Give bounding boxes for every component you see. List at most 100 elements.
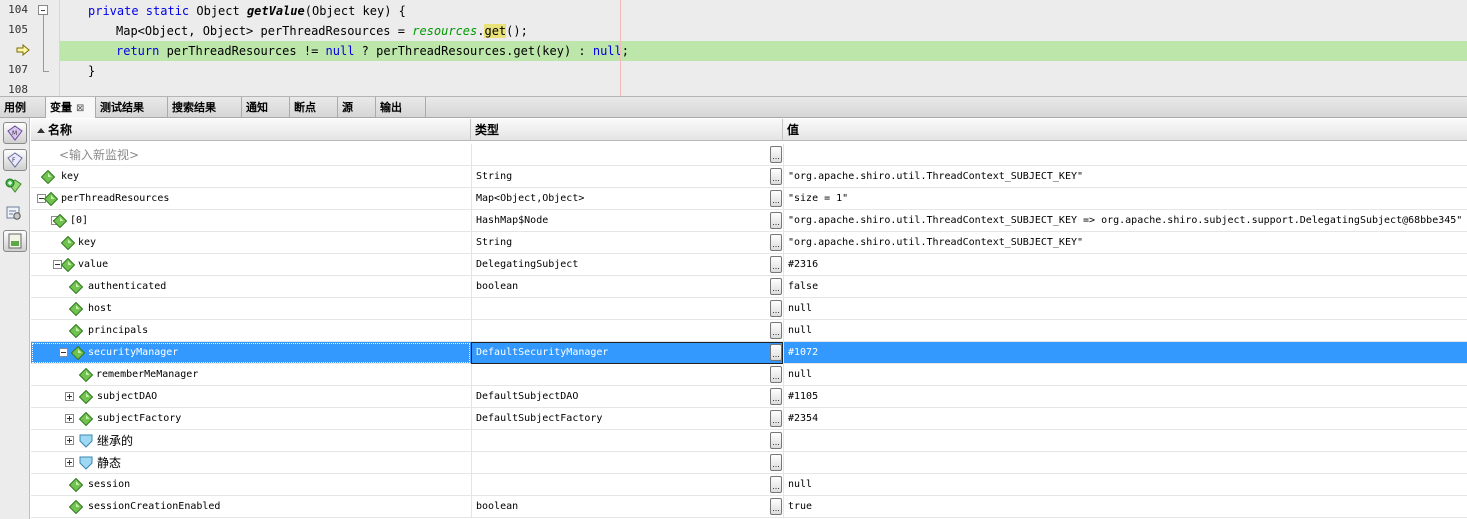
customize-value-button[interactable]: ... <box>770 190 782 207</box>
variable-value[interactable]: null <box>783 320 1467 342</box>
fold-collapse-icon[interactable] <box>38 5 48 15</box>
variable-value[interactable] <box>783 430 1467 452</box>
variable-value[interactable]: false <box>783 276 1467 298</box>
variable-name-cell[interactable]: 继承的 <box>31 430 471 452</box>
tab-search-results[interactable]: 搜索结果 <box>168 97 242 118</box>
expand-icon[interactable] <box>65 414 74 423</box>
code-line-105: Map<Object, Object> perThreadResources =… <box>60 21 1467 41</box>
new-watch-row[interactable]: <输入新监视>... <box>31 144 1467 166</box>
variable-value[interactable]: null <box>783 474 1467 496</box>
expand-icon[interactable] <box>65 436 74 445</box>
options-button[interactable] <box>3 203 27 225</box>
customize-value-button[interactable]: ... <box>770 256 782 273</box>
variable-value[interactable]: null <box>783 298 1467 320</box>
variable-name-cell[interactable]: principals <box>31 320 471 342</box>
customize-value-button[interactable]: ... <box>770 432 782 449</box>
variable-name-cell[interactable]: securityManager <box>31 342 471 364</box>
variable-row[interactable]: subjectFactory DefaultSubjectFactory... #2… <box>31 408 1467 430</box>
variable-name-cell[interactable]: session <box>31 474 471 496</box>
column-header-type[interactable]: 类型 <box>471 119 783 141</box>
customize-value-button[interactable]: ... <box>770 212 782 229</box>
code-editor[interactable]: 104 105 107 108 private static Object ge… <box>0 0 1467 96</box>
column-header-name[interactable]: 名称 <box>31 119 471 141</box>
variable-value[interactable]: #2354 <box>783 408 1467 430</box>
watch-button[interactable]: M <box>3 122 27 144</box>
code-field: resources <box>412 24 478 38</box>
variable-value[interactable]: #1072 <box>783 342 1467 364</box>
variable-name-cell[interactable]: perThreadResources <box>31 188 471 210</box>
customize-value-button[interactable]: ... <box>770 234 782 251</box>
customize-value-button[interactable]: ... <box>770 168 782 185</box>
variable-row[interactable]: rememberMeManager... null <box>31 364 1467 386</box>
tab-sources[interactable]: 源 <box>338 97 376 118</box>
new-watch-button[interactable] <box>3 176 27 198</box>
tab-test-results[interactable]: 测试结果 <box>96 97 168 118</box>
customize-value-button[interactable]: ... <box>770 410 782 427</box>
variable-row[interactable]: perThreadResources Map<Object,Object>... "… <box>31 188 1467 210</box>
variable-value[interactable] <box>783 452 1467 474</box>
variable-name-cell[interactable]: key <box>31 166 471 188</box>
variable-row[interactable]: subjectDAO DefaultSubjectDAO... #1105 <box>31 386 1467 408</box>
customize-value-button[interactable]: ... <box>770 454 782 471</box>
customize-value-button[interactable]: ... <box>770 278 782 295</box>
variable-name: perThreadResources <box>61 193 170 204</box>
tab-breakpoints[interactable]: 断点 <box>290 97 338 118</box>
variable-row[interactable]: host... null <box>31 298 1467 320</box>
customize-value-button[interactable]: ... <box>770 366 782 383</box>
variable-value[interactable]: #2316 <box>783 254 1467 276</box>
variable-name-cell[interactable]: authenticated <box>31 276 471 298</box>
variable-name-cell[interactable]: value <box>31 254 471 276</box>
expand-icon[interactable] <box>65 392 74 401</box>
variable-value[interactable]: "org.apache.shiro.util.ThreadContext_SUB… <box>783 210 1467 232</box>
variable-row[interactable]: authenticated boolean... false <box>31 276 1467 298</box>
variable-value[interactable]: true <box>783 496 1467 518</box>
variable-name-cell[interactable]: host <box>31 298 471 320</box>
variable-value[interactable]: "org.apache.shiro.util.ThreadContext_SUB… <box>783 166 1467 188</box>
customize-value-button[interactable]: ... <box>770 344 782 361</box>
variable-name-cell[interactable]: key <box>31 232 471 254</box>
tab-output[interactable]: 输出 <box>376 97 426 118</box>
customize-value-button[interactable]: ... <box>770 498 782 515</box>
expand-icon[interactable] <box>65 458 74 467</box>
tab-usages[interactable]: 用例 <box>0 97 46 118</box>
variable-row[interactable]: key String... "org.apache.shiro.util.Threa… <box>31 166 1467 188</box>
variable-value[interactable]: #1105 <box>783 386 1467 408</box>
customize-value-button[interactable]: ... <box>770 476 782 493</box>
new-watch-icon <box>5 178 22 193</box>
evaluate-button[interactable]: F <box>3 149 27 171</box>
collapse-icon[interactable] <box>59 348 68 357</box>
customize-value-button[interactable]: ... <box>770 322 782 339</box>
variable-name-cell[interactable]: 静态 <box>31 452 471 474</box>
variable-row[interactable]: key String... "org.apache.shiro.util.Threa… <box>31 232 1467 254</box>
variable-row[interactable]: [0] HashMap$Node... "org.apache.shiro.util… <box>31 210 1467 232</box>
layout-button[interactable] <box>3 230 27 252</box>
variable-row[interactable]: session... null <box>31 474 1467 496</box>
variable-value[interactable]: null <box>783 364 1467 386</box>
variable-name-cell[interactable]: rememberMeManager <box>31 364 471 386</box>
variable-type <box>471 474 783 496</box>
customize-value-button[interactable]: ... <box>770 300 782 317</box>
variable-row[interactable]: securityManager DefaultSecurityManager...… <box>31 342 1467 364</box>
tab-notifications[interactable]: 通知 <box>242 97 290 118</box>
variable-value[interactable]: "size = 1" <box>783 188 1467 210</box>
variable-type: DelegatingSubject <box>471 254 783 276</box>
column-header-value[interactable]: 值 <box>783 119 1467 141</box>
variable-row[interactable]: sessionCreationEnabled boolean... true <box>31 496 1467 518</box>
variable-row[interactable]: 静态... <box>31 452 1467 474</box>
variable-value[interactable]: "org.apache.shiro.util.ThreadContext_SUB… <box>783 232 1467 254</box>
close-icon[interactable]: ⊠ <box>76 103 84 114</box>
variable-row[interactable]: value DelegatingSubject... #2316 <box>31 254 1467 276</box>
variable-name-cell[interactable]: subjectDAO <box>31 386 471 408</box>
variable-name-cell[interactable]: subjectFactory <box>31 408 471 430</box>
variable-value[interactable] <box>783 144 1467 166</box>
variable-name-cell[interactable]: [0] <box>31 210 471 232</box>
variable-row[interactable]: principals... null <box>31 320 1467 342</box>
customize-value-button[interactable]: ... <box>770 146 782 163</box>
tab-variables[interactable]: 变量 ⊠ <box>46 97 96 118</box>
variable-field-icon <box>61 236 75 250</box>
customize-value-button[interactable]: ... <box>770 388 782 405</box>
variable-name: key <box>61 171 80 182</box>
variable-row[interactable]: 继承的... <box>31 430 1467 452</box>
variable-name-cell[interactable]: <输入新监视> <box>31 144 471 166</box>
variable-name-cell[interactable]: sessionCreationEnabled <box>31 496 471 518</box>
